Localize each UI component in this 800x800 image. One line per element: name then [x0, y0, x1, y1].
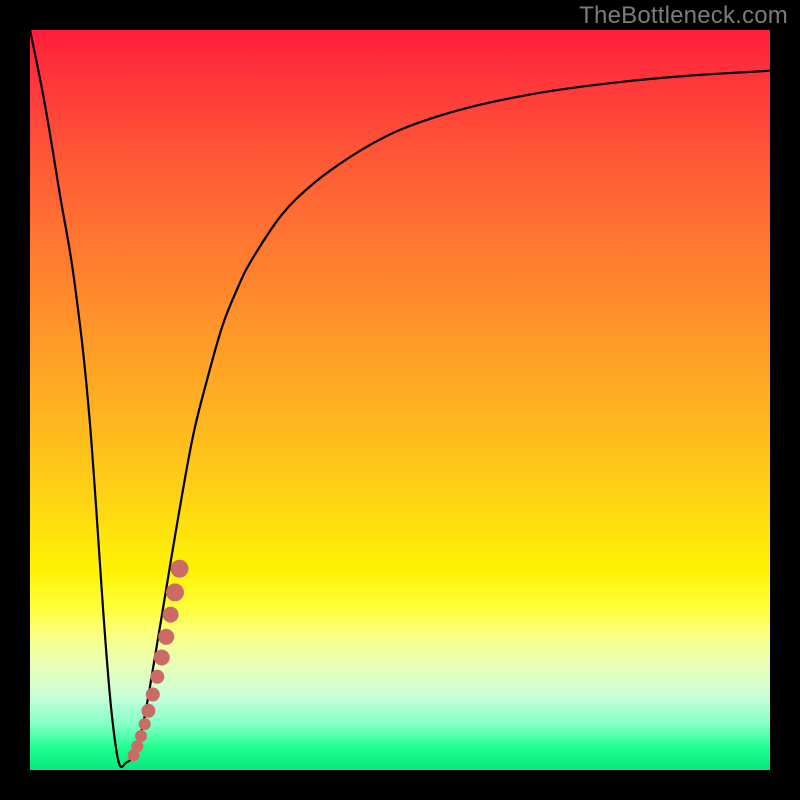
- marker-dot: [131, 740, 143, 752]
- marker-dot: [135, 730, 147, 742]
- chart-frame: TheBottleneck.com: [0, 0, 800, 800]
- marker-dot: [158, 629, 174, 645]
- marker-dot: [146, 688, 160, 702]
- marker-dot: [150, 670, 164, 684]
- bottleneck-curve: [30, 30, 770, 767]
- chart-svg: [30, 30, 770, 770]
- plot-area: [30, 30, 770, 770]
- watermark-text: TheBottleneck.com: [579, 2, 788, 30]
- marker-dot: [139, 718, 151, 730]
- marker-dot: [154, 650, 170, 666]
- marker-dot: [171, 560, 189, 578]
- marker-dot: [141, 704, 155, 718]
- highlight-markers: [128, 560, 189, 762]
- marker-dot: [166, 583, 184, 601]
- marker-dot: [163, 607, 179, 623]
